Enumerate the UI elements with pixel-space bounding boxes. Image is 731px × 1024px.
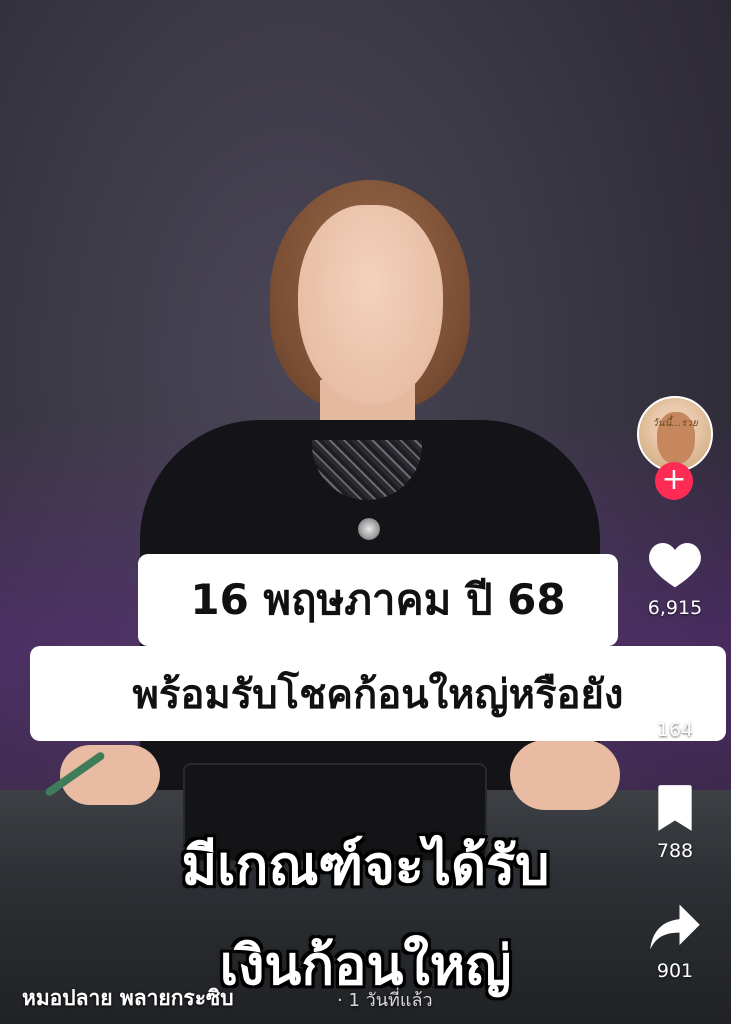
comment-count: 164 (656, 719, 694, 741)
caption-date-text: 16 พฤษภาคม ปี 68 (190, 575, 566, 624)
save-button[interactable] (640, 783, 710, 837)
like-button[interactable] (640, 538, 710, 594)
plus-icon: + (661, 462, 687, 497)
presenter-right-hand (510, 740, 620, 810)
follow-button[interactable]: + (655, 462, 693, 500)
creator-name[interactable]: หมอปลาย พลายกระซิบ (22, 982, 234, 1015)
presenter-face (298, 205, 443, 405)
comment-icon (653, 664, 697, 708)
action-rail (621, 0, 731, 1024)
presenter-button (358, 518, 380, 540)
caption-question-text: พร้อมรับโชคก้อนใหญ่หรือยัง (132, 671, 624, 718)
share-icon (650, 904, 700, 950)
bookmark-icon (658, 785, 692, 831)
heart-icon (649, 543, 701, 588)
save-count: 788 (656, 840, 694, 862)
avatar-logo-text: วันนี้...รวย (652, 418, 698, 429)
post-time: · 1 วันที่แล้ว (337, 990, 433, 1011)
share-count: 901 (656, 960, 694, 982)
like-count: 6,915 (647, 597, 703, 619)
creator-avatar[interactable]: วันนี้...รวย (637, 396, 713, 472)
comment-button[interactable] (640, 660, 710, 716)
share-button[interactable] (640, 902, 710, 956)
caption-date: 16 พฤษภาคม ปี 68 (138, 554, 618, 646)
